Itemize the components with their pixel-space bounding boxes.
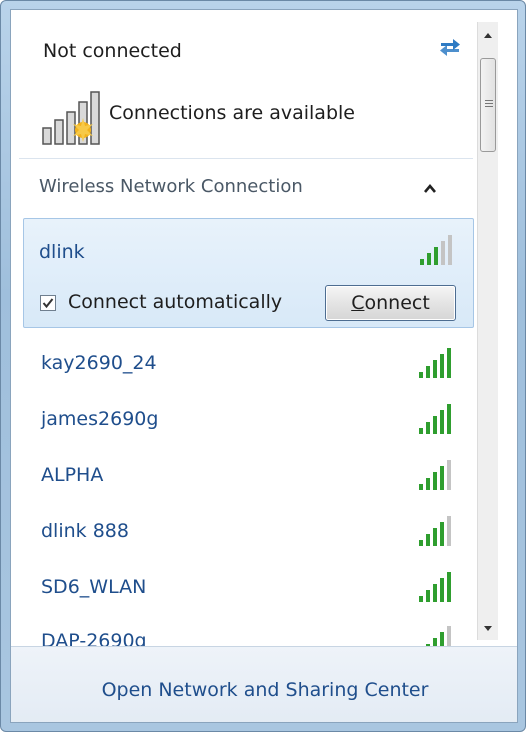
signal-bar	[433, 528, 437, 546]
signal-bar	[433, 416, 437, 434]
signal-bar	[433, 584, 437, 602]
divider	[19, 158, 473, 159]
selected-network-item[interactable]: dlink Connect automatically Connect	[23, 218, 474, 328]
network-item-dlink-888[interactable]: dlink 888	[23, 506, 474, 562]
signal-bar	[434, 247, 438, 265]
popup-frame: Not connected Connections are available …	[0, 0, 526, 732]
signal-bar	[419, 484, 423, 490]
wifi-signal-icon	[419, 348, 451, 378]
section-title: Wireless Network Connection	[39, 176, 303, 197]
network-item-dap-2690g[interactable]: DAP-2690g	[23, 616, 474, 646]
network-name: dlink	[39, 241, 85, 263]
signal-bar	[447, 404, 451, 434]
network-item-kay2690-24[interactable]: kay2690_24	[23, 338, 474, 394]
signal-bar	[420, 259, 424, 265]
signal-bar	[447, 348, 451, 378]
network-item-sd6-wlan[interactable]: SD6_WLAN	[23, 562, 474, 618]
signal-bar	[441, 241, 445, 265]
network-list-viewport: Not connected Connections are available …	[11, 10, 476, 646]
network-item-alpha[interactable]: ALPHA	[23, 450, 474, 506]
connect-button[interactable]: Connect	[325, 285, 456, 321]
checkmark-icon	[42, 298, 54, 309]
network-panel: Not connected Connections are available …	[10, 9, 518, 723]
connect-button-label: onnect	[364, 292, 430, 314]
signal-bar	[447, 516, 451, 546]
wifi-signal-icon	[419, 516, 451, 546]
signal-bar	[447, 460, 451, 490]
signal-bar	[433, 360, 437, 378]
signal-bar	[419, 596, 423, 602]
chevron-up-icon[interactable]	[420, 181, 440, 197]
signal-bar	[440, 522, 444, 546]
connection-status-subtitle: Connections are available	[109, 102, 355, 124]
wifi-signal-icon	[419, 572, 451, 602]
wifi-signal-icon	[426, 626, 451, 646]
signal-bar	[440, 578, 444, 602]
signal-bar	[448, 235, 452, 265]
network-name: james2690g	[41, 408, 159, 430]
signal-bar	[433, 638, 437, 646]
signal-bars-with-star-icon	[42, 91, 100, 145]
signal-bar	[419, 540, 423, 546]
scroll-down-arrow-icon[interactable]	[478, 618, 498, 638]
signal-bar	[426, 534, 430, 546]
scroll-up-arrow-icon[interactable]	[478, 26, 498, 46]
network-name: ALPHA	[41, 464, 104, 486]
wifi-signal-icon	[420, 235, 452, 265]
signal-bar	[426, 422, 430, 434]
network-name: dlink 888	[41, 520, 129, 542]
signal-bar	[419, 428, 423, 434]
network-name: SD6_WLAN	[41, 576, 147, 598]
signal-bar	[440, 632, 444, 646]
network-name: DAP-2690g	[41, 630, 147, 646]
connect-button-mnemonic: C	[351, 292, 365, 314]
signal-bar	[433, 472, 437, 490]
wifi-signal-icon	[419, 460, 451, 490]
vertical-scrollbar[interactable]	[477, 22, 498, 640]
signal-bar	[426, 366, 430, 378]
connect-automatically-checkbox[interactable]	[40, 295, 56, 311]
signal-bar	[440, 410, 444, 434]
signal-bar	[440, 466, 444, 490]
network-name: kay2690_24	[41, 352, 157, 374]
signal-bar	[447, 626, 451, 646]
connection-status-title: Not connected	[43, 40, 182, 62]
signal-bar	[419, 372, 423, 378]
network-item-james2690g[interactable]: james2690g	[23, 394, 474, 450]
signal-bar	[426, 590, 430, 602]
signal-bar	[447, 572, 451, 602]
signal-bar	[426, 478, 430, 490]
open-network-sharing-center-link[interactable]: Open Network and Sharing Center	[11, 679, 517, 701]
grip-icon	[485, 100, 493, 107]
signal-bar	[427, 253, 431, 265]
refresh-arrows-icon[interactable]	[435, 34, 465, 60]
wifi-signal-icon	[419, 404, 451, 434]
signal-bar	[440, 354, 444, 378]
scrollbar-thumb[interactable]	[480, 58, 496, 152]
connect-automatically-label: Connect automatically	[68, 291, 283, 313]
footer: Open Network and Sharing Center	[11, 646, 517, 722]
